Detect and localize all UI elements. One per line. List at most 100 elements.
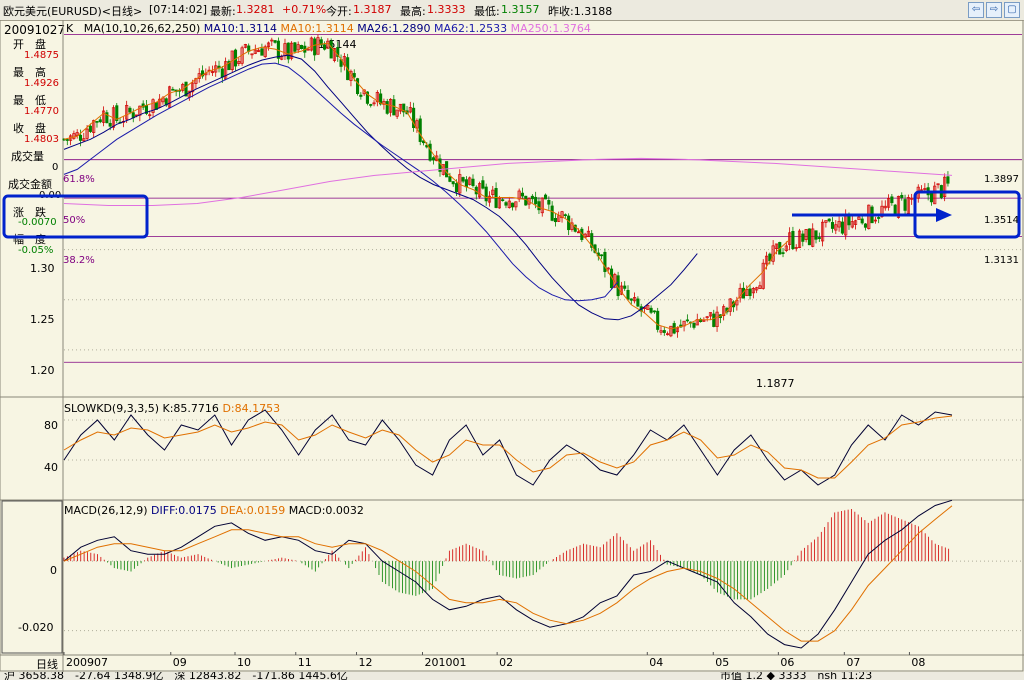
ma62-line — [63, 62, 619, 302]
candle-body — [273, 40, 277, 43]
candle-body — [418, 118, 422, 142]
candle-body — [260, 48, 264, 56]
candle-body — [392, 99, 396, 116]
candle-body — [524, 195, 528, 206]
candle-body — [220, 68, 224, 78]
pair-title: 欧元美元(EURUSD)<日线> — [3, 5, 143, 18]
forward-button[interactable]: ⇨ — [986, 2, 1002, 18]
kd-d-line — [63, 415, 953, 479]
title-bar: 欧元美元(EURUSD)<日线> [07:14:02] 最新: 1.3281 +… — [0, 0, 1024, 21]
macd-diff-line — [63, 499, 953, 649]
ma10-line — [63, 42, 790, 330]
candle-body — [903, 199, 907, 211]
candle-body — [98, 119, 102, 123]
status-bar: 沪 3658.38 -27.64 1348.9亿 深 12843.82 -171… — [0, 672, 1024, 680]
candle-body — [685, 319, 689, 322]
candle-body — [355, 78, 360, 95]
high-value: 1.3333 — [427, 3, 466, 16]
kd-k-line — [63, 409, 953, 486]
candle-body — [814, 230, 818, 240]
candle-body — [511, 202, 515, 208]
candle-body — [791, 230, 795, 249]
candle-body — [451, 181, 455, 185]
candle-body — [840, 221, 844, 234]
open-value: 1.3187 — [353, 3, 392, 16]
candle-body — [448, 176, 452, 182]
prev-close: 昨收:1.3188 — [548, 5, 613, 18]
candle-body — [900, 194, 904, 198]
candle-body — [464, 179, 468, 188]
candle-body — [534, 196, 538, 205]
candle-body — [712, 313, 716, 327]
candle-body — [95, 121, 99, 123]
candle-body — [359, 94, 363, 97]
window-button[interactable]: ▢ — [1004, 2, 1020, 18]
high-label: 最高: — [400, 5, 426, 18]
candle-body — [626, 289, 630, 300]
candle-body — [543, 194, 548, 200]
status-right: 市值 1.2 ◆ 3333 nsh 11:23 — [720, 672, 873, 680]
candle-body — [553, 218, 557, 223]
candle-body — [352, 73, 356, 78]
candle-body — [299, 44, 304, 49]
candle-body — [563, 214, 567, 216]
open-label: 今开: — [326, 5, 352, 18]
candle-body — [692, 322, 696, 328]
candle-body — [369, 104, 373, 106]
chart-canvas — [0, 20, 1024, 672]
candle-body — [547, 199, 551, 205]
arrow-head — [936, 208, 952, 222]
candle-body — [537, 201, 541, 211]
candle-body — [600, 254, 604, 257]
candle-body — [807, 228, 811, 246]
candle-body — [428, 143, 432, 161]
macd-info-box — [1, 500, 63, 654]
candle-body — [171, 88, 175, 91]
candle-body — [530, 195, 534, 200]
back-button[interactable]: ⇦ — [968, 2, 984, 18]
candle-body — [520, 192, 525, 197]
candle-body — [501, 199, 505, 202]
candle-body — [636, 298, 640, 307]
candle-body — [461, 177, 465, 182]
candle-body — [748, 288, 752, 297]
candle-body — [877, 217, 881, 219]
candle-body — [471, 178, 475, 186]
candle-body — [484, 186, 488, 202]
status-left: 沪 3658.38 -27.64 1348.9亿 深 12843.82 -171… — [4, 672, 348, 680]
latest-label: 最新: — [210, 5, 236, 18]
low-label: 最低: — [474, 5, 500, 18]
candle-body — [801, 233, 805, 242]
candle-body — [649, 307, 653, 313]
candle-body — [286, 42, 290, 60]
candle-body — [88, 125, 92, 132]
candle-body — [827, 218, 831, 222]
change-value: +0.71% — [282, 3, 327, 16]
candle-body — [108, 122, 112, 127]
candle-body — [817, 237, 821, 239]
candle-body — [946, 176, 950, 184]
candle-body — [662, 330, 666, 333]
candle-body — [293, 42, 297, 52]
candle-body — [567, 215, 571, 231]
highlight-box-left — [2, 194, 149, 239]
candle-body — [431, 157, 435, 161]
candle-body — [830, 222, 835, 229]
candle-body — [929, 192, 933, 203]
candle-body — [128, 107, 132, 113]
low-value: 1.3157 — [501, 3, 540, 16]
candle-body — [623, 285, 627, 289]
macd-dea-line — [63, 505, 953, 642]
candle-body — [656, 310, 660, 330]
candle-body — [313, 38, 317, 56]
latest-value: 1.3281 — [236, 3, 275, 16]
candle-body — [481, 180, 485, 189]
candle-body — [329, 40, 333, 59]
candle-body — [323, 44, 327, 50]
candle-body — [890, 196, 894, 204]
candle-body — [78, 134, 83, 141]
candle-body — [629, 298, 633, 301]
candle-body — [652, 310, 656, 313]
candle-body — [65, 139, 69, 141]
candle-body — [504, 202, 508, 206]
